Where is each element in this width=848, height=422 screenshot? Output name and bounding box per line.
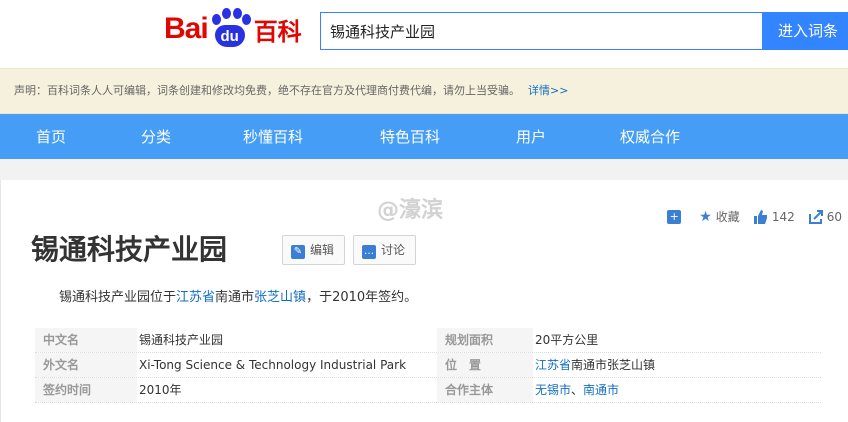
favorite-button[interactable]: ★ 收藏 [699, 208, 740, 225]
info-key: 签约时间 [35, 378, 137, 402]
notice-bar: 声明：百科词条人人可编辑，词条创建和修改均免费，绝不存在官方及代理商付费代编，请… [0, 68, 848, 114]
thumbs-up-icon [753, 209, 768, 224]
nav-item-featured[interactable]: 特色百科 [380, 126, 440, 147]
info-value: 锡通科技产业园 [139, 333, 224, 347]
discuss-label: 讨论 [381, 243, 406, 257]
info-row: 外文名 Xi-Tong Science & Technology Industr… [35, 353, 821, 378]
watermark: @濠滨 [377, 198, 444, 223]
info-key: 中文名 [35, 328, 137, 352]
info-value: Xi-Tong Science & Technology Industrial … [139, 358, 407, 372]
info-row: 签约时间 2010年 合作主体 无锡市、南通市 [35, 378, 821, 403]
location-link-jiangsu[interactable]: 江苏省 [535, 358, 571, 372]
notice-text: 声明：百科词条人人可编辑，词条创建和修改均免费，绝不存在官方及代理商付费代编，请… [14, 84, 520, 97]
baidu-baike-logo[interactable]: Bai du 百科 [164, 6, 302, 52]
like-button[interactable]: 142 [753, 209, 795, 224]
paw-icon: du [209, 8, 251, 50]
nav-item-miaodong[interactable]: 秒懂百科 [243, 126, 303, 147]
nav-item-category[interactable]: 分类 [141, 126, 171, 147]
info-value: 无锡市、南通市 [533, 378, 619, 402]
logo-du-text: du [214, 25, 245, 47]
info-key: 合作主体 [437, 378, 533, 402]
info-key: 外文名 [35, 353, 137, 377]
add-button[interactable]: + [667, 209, 685, 224]
star-icon: ★ [699, 208, 712, 225]
logo-baike-text: 百科 [253, 17, 302, 46]
nav-item-home[interactable]: 首页 [36, 126, 66, 147]
partner-link-nantong[interactable]: 南通市 [583, 383, 619, 397]
summary-text-2: 南通市 [215, 290, 255, 305]
basic-info-table: 中文名 锡通科技产业园 规划面积 20平方公里 外文名 Xi-Tong Scie… [35, 328, 821, 403]
share-icon [808, 209, 823, 224]
pencil-icon: ✎ [291, 245, 305, 259]
nav-item-authority[interactable]: 权威合作 [620, 126, 680, 147]
summary-link-zhangzhishan[interactable]: 张芝山镇 [254, 290, 306, 305]
info-key: 规划面积 [437, 328, 533, 352]
share-count: 60 [826, 209, 842, 224]
search-box[interactable] [320, 12, 762, 50]
edit-button[interactable]: ✎ 编辑 [282, 235, 346, 265]
header: Bai du 百科 进入词条 [0, 0, 848, 68]
comment-icon: … [362, 245, 376, 259]
partner-link-wuxi[interactable]: 无锡市 [535, 383, 571, 397]
partner-separator: 、 [571, 383, 584, 397]
summary-text-3: ，于2010年签约。 [306, 290, 418, 305]
info-row: 中文名 锡通科技产业园 规划面积 20平方公里 [35, 328, 821, 353]
logo-bai-text: Bai [164, 12, 209, 45]
info-value: 20平方公里 [535, 333, 599, 347]
info-key: 位 置 [437, 353, 533, 377]
main-nav: 首页 分类 秒懂百科 特色百科 用户 权威合作 [0, 114, 848, 159]
section-gap [0, 159, 848, 180]
nav-item-user[interactable]: 用户 [516, 126, 546, 147]
entry-summary: 锡通科技产业园位于江苏省南通市张芝山镇，于2010年签约。 [59, 286, 417, 305]
search-button[interactable]: 进入词条 [762, 12, 848, 50]
summary-text-1: 锡通科技产业园位于 [59, 290, 177, 305]
like-count: 142 [771, 209, 795, 224]
favorite-label: 收藏 [715, 210, 740, 224]
share-button[interactable]: 60 [808, 209, 842, 224]
info-value: 2010年 [139, 383, 182, 397]
discuss-button[interactable]: … 讨论 [353, 235, 417, 265]
entry-title: 锡通科技产业园 [31, 233, 228, 266]
summary-link-jiangsu[interactable]: 江苏省 [176, 290, 215, 305]
location-rest: 南通市张芝山镇 [571, 358, 656, 372]
search-input[interactable] [321, 13, 762, 49]
plus-icon: + [667, 209, 682, 224]
info-value: 江苏省南通市张芝山镇 [533, 353, 655, 377]
notice-more-link[interactable]: 详情>> [528, 84, 568, 97]
edit-label: 编辑 [310, 243, 335, 257]
entry-tools: + ★ 收藏 142 60 [667, 208, 842, 225]
entry-content: @濠滨 + ★ 收藏 142 60 锡通科技产业园 ✎ 编辑 … 讨论 锡通科技产业… [0, 180, 848, 422]
